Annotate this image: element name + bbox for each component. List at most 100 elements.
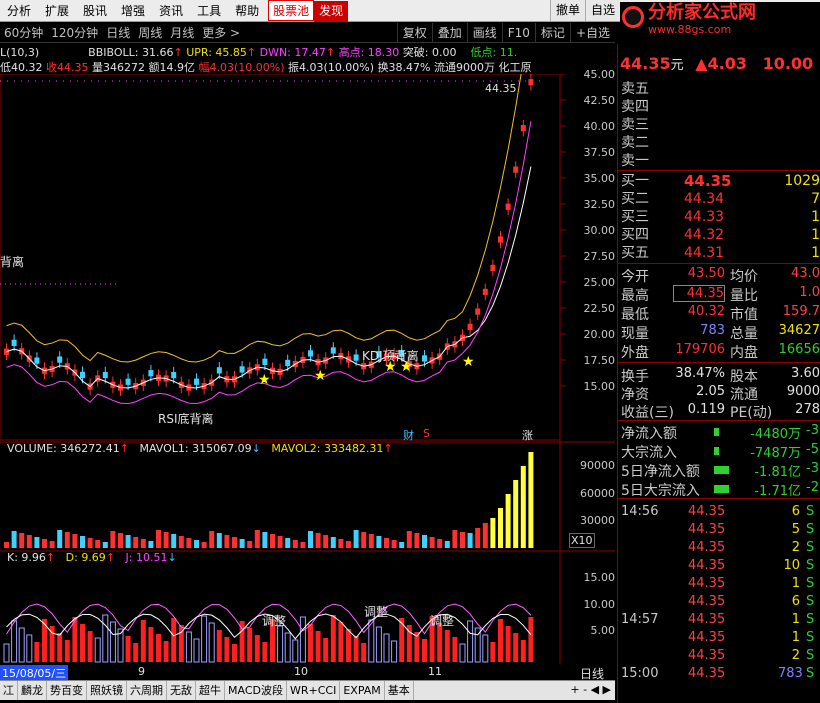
buy-level-row[interactable]: 买三 44.33 1 [618, 208, 820, 226]
kdj-bar [216, 630, 222, 662]
tick-price: 44.35 [688, 522, 726, 537]
tab-indicator[interactable]: EXPAM [340, 681, 385, 700]
stock-chart-area[interactable]: ★ ★★ ★ ★ [0, 74, 615, 664]
tab-indicator[interactable]: 照妖镜 [87, 681, 127, 700]
restore-rights-button[interactable]: 复权 [396, 23, 432, 43]
menu-stock-news[interactable]: 股讯 [76, 1, 114, 22]
upr-value: UPR: 45.85 [186, 46, 247, 59]
kdj-bar [224, 637, 230, 662]
buy-price: 44.31 [684, 245, 725, 261]
candle-body [34, 357, 40, 364]
menu-help[interactable]: 帮助 [228, 1, 266, 22]
kdj-bar [140, 620, 146, 662]
tick-row: 44.35 10 S [618, 557, 820, 575]
volume-bar [57, 530, 63, 548]
mavol2-value: MAVOL2: 333482.31 [271, 442, 384, 455]
candle-body [171, 371, 177, 379]
tab-scroll-arrows[interactable]: + - ◀ ▶ [570, 683, 611, 696]
price-tick: 17.50 [583, 354, 616, 367]
volume-bar [490, 518, 496, 548]
tab-indicator[interactable]: 冮 [0, 681, 18, 700]
price-axis: 45.00 42.50 40.00 37.50 35.00 32.50 30.0… [560, 68, 616, 440]
volume-bar [277, 536, 283, 548]
f10-button[interactable]: F10 [501, 23, 535, 43]
tab-indicator[interactable]: MACD波段 [225, 681, 287, 700]
candle-body [11, 339, 17, 346]
menu-analysis[interactable]: 分析 [0, 1, 38, 22]
tab-indicator[interactable]: 麟龙 [18, 681, 47, 700]
candle-body [498, 236, 503, 243]
sell-level-row: 卖二 [618, 134, 820, 152]
buy-level-row[interactable]: 买四 44.32 1 [618, 226, 820, 244]
volume-bar [148, 541, 154, 548]
tab-indicator[interactable]: 六周期 [127, 681, 167, 700]
indicator-header: L(10,3) BBIBOLL: 31.66↑ UPR: 45.85↑ DWN:… [0, 46, 518, 59]
buy-level-label: 买四 [621, 227, 649, 243]
stat-label: 现量 [621, 326, 649, 342]
menu-info[interactable]: 资讯 [152, 1, 190, 22]
kdj-bar [254, 635, 260, 662]
buy-level-label: 买二 [621, 191, 649, 207]
period-more[interactable]: 更多 > [198, 23, 244, 43]
overlay-button[interactable]: 叠加 [431, 23, 467, 43]
stat-value: 278 [795, 402, 820, 417]
cancel-order-button[interactable]: 撤单 [549, 0, 585, 21]
sell-level-row: 卖一 [618, 152, 820, 170]
boll-lower-line [6, 121, 532, 405]
stat-value: 783 [700, 323, 725, 338]
kdj-bar [193, 638, 200, 663]
chart-toolbar: 复权 叠加 画线 F10 标记 +自选 [396, 23, 615, 43]
tab-indicator[interactable]: 势百变 [47, 681, 87, 700]
add-watchlist-button[interactable]: +自选 [569, 23, 615, 43]
discover-button[interactable]: 发现 [314, 1, 349, 22]
volume-bar [133, 537, 139, 548]
flow-tail: -2 [806, 480, 819, 495]
tab-indicator[interactable]: WR+CCI [287, 681, 341, 700]
volume-bar [140, 539, 146, 548]
volume-bar [34, 537, 40, 548]
stock-pool-button[interactable]: 股票池 [268, 0, 315, 21]
kdj-bar [452, 637, 458, 662]
watchlist-button[interactable]: 自选 [584, 0, 620, 21]
sell-level-label: 卖四 [621, 99, 649, 115]
tab-indicator[interactable]: 超牛 [196, 681, 225, 700]
pct-change: 10.00 [762, 54, 814, 73]
buy-level-row[interactable]: 买五 44.31 1 [618, 244, 820, 262]
stat-value: 1.0 [799, 285, 820, 300]
adjust-label: 调整 [430, 614, 455, 628]
period-weekly[interactable]: 周线 [134, 23, 166, 43]
mark-button[interactable]: 标记 [534, 23, 570, 43]
menu-extend[interactable]: 扩展 [38, 1, 76, 22]
period-120min[interactable]: 120分钟 [47, 23, 102, 43]
volume-bar [444, 541, 450, 548]
draw-line-button[interactable]: 画线 [466, 23, 502, 43]
price-panel: ★ ★★ ★ ★ [0, 74, 615, 664]
volume-bar [42, 539, 47, 548]
volume-bar [460, 532, 465, 548]
period-daily[interactable]: 日线 [102, 23, 134, 43]
menu-enhance[interactable]: 增强 [114, 1, 152, 22]
indicator-tabs: 冮麟龙 势百变 照妖镜 六周期 无敌 超牛 MACD波段 WR+CCI EXPAM 基本 + - … [0, 680, 615, 700]
date-tick: 11 [428, 665, 442, 678]
tick-side: S [806, 648, 815, 663]
period-monthly[interactable]: 月线 [166, 23, 198, 43]
buy-level-row[interactable]: 买二 44.34 7 [618, 190, 820, 208]
stat-value: 34627 [778, 323, 820, 338]
tab-indicator[interactable]: 无敌 [167, 681, 196, 700]
signal-star-icon: ★ [462, 354, 475, 370]
menu-tools[interactable]: 工具 [190, 1, 228, 22]
top-price-label: 44.35 [485, 82, 517, 95]
buy-level-row[interactable]: 买一 44.35 1029 [618, 172, 820, 190]
tab-indicator[interactable]: 基本 [385, 681, 414, 700]
tick-row: 15:00 44.35 783 S [618, 665, 820, 683]
stat-value: 0.119 [687, 402, 725, 417]
stat-value: 44.35 [673, 285, 725, 302]
period-60min[interactable]: 60分钟 [0, 23, 47, 43]
flow-bar [714, 466, 729, 474]
k-value: K: 9.96 [7, 551, 46, 564]
price-tick: 15.00 [583, 380, 616, 393]
j-value: J: 10.51 [125, 551, 168, 564]
kdj-bar [292, 639, 299, 663]
flow-label: 5日净流入额 [621, 464, 700, 480]
price-tick: 40.00 [583, 120, 616, 133]
